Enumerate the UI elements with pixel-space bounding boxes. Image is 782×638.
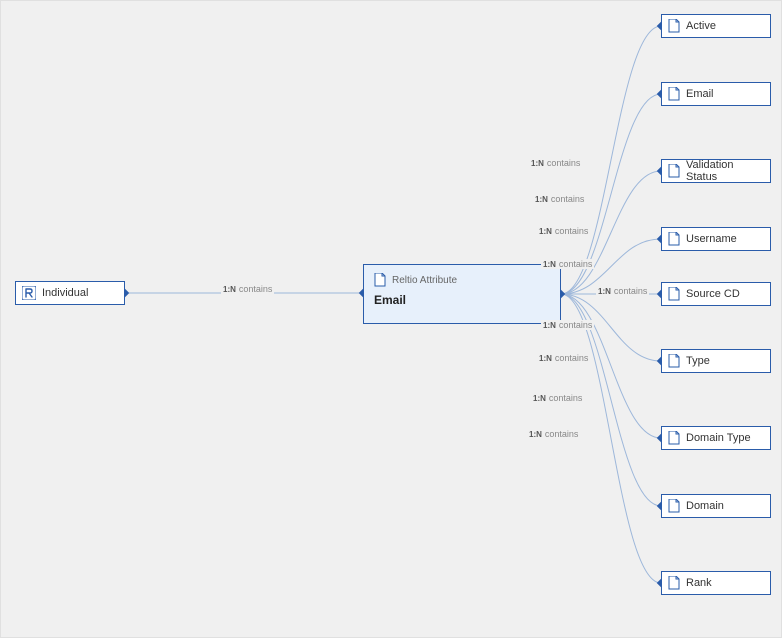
node-subtitle: Reltio Attribute [392,275,457,286]
node-label: Source CD [686,288,740,300]
node-domain[interactable]: Domain [661,494,771,518]
page-icon [668,431,680,445]
node-type[interactable]: Type [661,349,771,373]
node-label: Username [686,233,737,245]
node-label: Rank [686,577,712,589]
node-label: Individual [42,287,88,299]
node-rank[interactable]: Rank [661,571,771,595]
edge-label-r0: 1:Ncontains [529,158,582,168]
page-icon [668,164,680,178]
edge-label-r6: 1:Ncontains [537,353,590,363]
edge-label-r8: 1:Ncontains [527,429,580,439]
edge-label-r3: 1:Ncontains [541,259,594,269]
node-label: Domain [686,500,724,512]
page-icon [668,354,680,368]
node-email[interactable]: Email [661,82,771,106]
edge-label-r2: 1:Ncontains [537,226,590,236]
page-icon [668,232,680,246]
node-validation-status[interactable]: Validation Status [661,159,771,183]
page-icon [668,87,680,101]
node-label: Domain Type [686,432,751,444]
node-active[interactable]: Active [661,14,771,38]
edge-label-r7: 1:Ncontains [531,393,584,403]
edge-label-r4: 1:Ncontains [596,286,649,296]
node-email-attribute[interactable]: Reltio Attribute Email [363,264,561,324]
reltio-r-icon [22,286,36,300]
page-icon [668,19,680,33]
node-label: Type [686,355,710,367]
node-label: Active [686,20,716,32]
edge-label-left: 1:Ncontains [221,284,274,294]
node-label: Validation Status [686,159,764,183]
page-icon [668,499,680,513]
edge-label-r5: 1:Ncontains [541,320,594,330]
page-icon [668,576,680,590]
node-label: Email [686,88,714,100]
node-domain-type[interactable]: Domain Type [661,426,771,450]
page-icon [374,273,386,287]
node-username[interactable]: Username [661,227,771,251]
edge-center-domaintype [561,294,661,438]
page-icon [668,287,680,301]
node-title: Email [374,293,406,307]
node-individual[interactable]: Individual [15,281,125,305]
edge-label-r1: 1:Ncontains [533,194,586,204]
diagram-canvas: Individual Reltio Attribute Email Active… [0,0,782,638]
node-source-cd[interactable]: Source CD [661,282,771,306]
